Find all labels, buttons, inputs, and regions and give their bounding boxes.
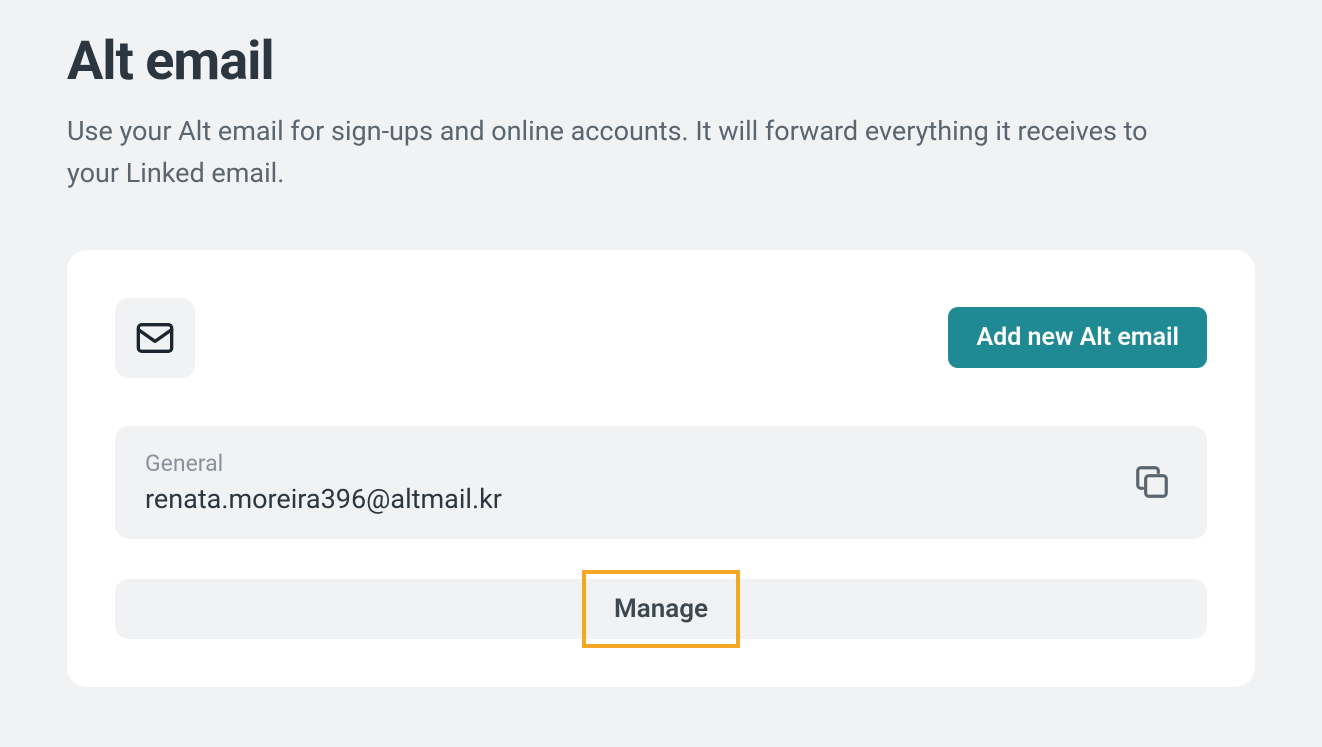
copy-icon	[1133, 463, 1171, 501]
email-value: renata.moreira396@altmail.kr	[145, 483, 502, 515]
manage-button[interactable]: Manage	[584, 576, 738, 642]
page-description: Use your Alt email for sign-ups and onli…	[67, 111, 1187, 195]
email-label: General	[145, 450, 502, 477]
mail-icon	[135, 318, 175, 358]
card-header: Add new Alt email	[115, 298, 1207, 378]
mail-icon-box	[115, 298, 195, 378]
alt-email-row: General renata.moreira396@altmail.kr	[115, 426, 1207, 539]
manage-row: Manage	[115, 579, 1207, 639]
copy-email-button[interactable]	[1127, 457, 1177, 507]
page-title: Alt email	[67, 30, 1255, 93]
email-info: General renata.moreira396@altmail.kr	[145, 450, 502, 515]
alt-email-card: Add new Alt email General renata.moreira…	[67, 250, 1255, 687]
add-new-alt-email-button[interactable]: Add new Alt email	[948, 307, 1207, 368]
